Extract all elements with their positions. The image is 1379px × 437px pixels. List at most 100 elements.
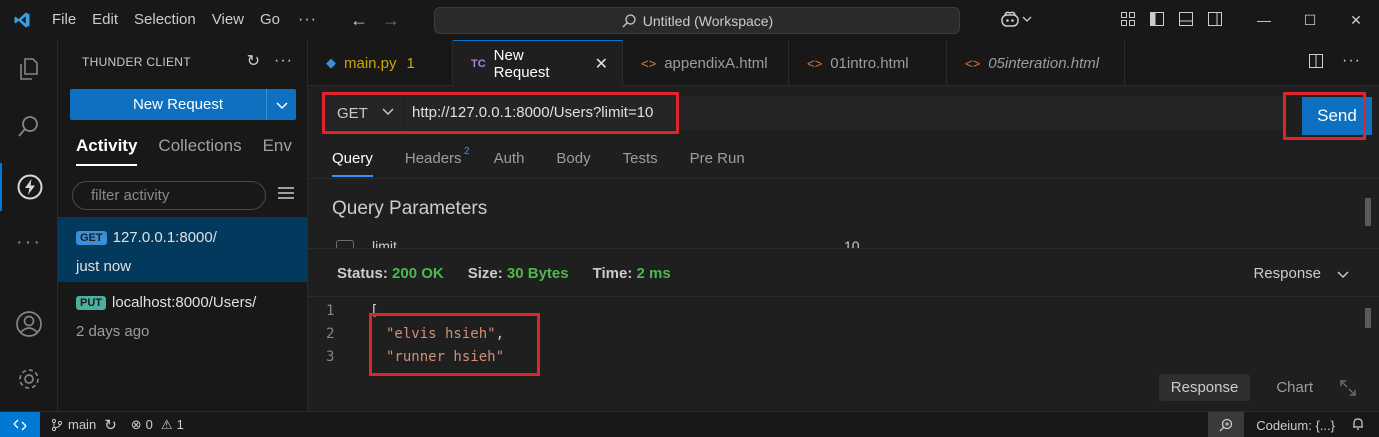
menu-view[interactable]: View	[204, 0, 252, 40]
search-icon	[622, 13, 636, 27]
response-view-select[interactable]: Response	[1253, 265, 1349, 282]
toggle-secondary-sidebar-icon[interactable]	[1207, 11, 1223, 27]
sidebar-more-icon[interactable]: ···	[274, 52, 293, 70]
line-number: 1	[326, 303, 335, 319]
tab-label: New Request	[493, 46, 550, 81]
back-arrow-icon[interactable]: ←	[343, 10, 375, 31]
vscode-window: File Edit Selection View Go ··· ← → Unti…	[0, 0, 1379, 437]
time-label: Time:	[592, 265, 633, 282]
method-badge: GET	[76, 230, 107, 245]
tab-collections[interactable]: Collections	[158, 136, 241, 166]
tab-query[interactable]: Query	[332, 150, 373, 177]
menu-file[interactable]: File	[44, 0, 84, 40]
activity-bar: ···	[0, 40, 58, 411]
url-bar: GET http://127.0.0.1:8000/Users?limit=10…	[322, 92, 1372, 140]
new-request-dropdown[interactable]	[266, 89, 296, 120]
query-parameters-title: Query Parameters	[332, 198, 488, 219]
editor-more-icon[interactable]: ···	[1342, 52, 1361, 70]
search-icon[interactable]	[0, 103, 58, 151]
tab-headers[interactable]: Headers 2	[404, 146, 470, 177]
codeium-status[interactable]: Codeium: {...}	[1256, 418, 1335, 433]
filter-activity-input[interactable]: filter activity	[72, 181, 266, 210]
branch-name: main	[68, 417, 97, 432]
status-label: Status:	[337, 265, 388, 282]
menu-selection[interactable]: Selection	[126, 0, 204, 40]
filter-menu-icon[interactable]	[277, 186, 295, 203]
title-bar: File Edit Selection View Go ··· ← → Unti…	[0, 0, 1379, 40]
tab-body[interactable]: Body	[556, 150, 590, 177]
customize-layout-icon[interactable]	[1120, 11, 1136, 27]
explorer-icon[interactable]	[0, 45, 58, 93]
close-tab-icon[interactable]: ✕	[595, 54, 608, 74]
param-checkbox[interactable]	[336, 240, 354, 248]
sidebar-actions: ↻ ···	[247, 51, 293, 71]
split-editor-icon[interactable]	[1308, 53, 1324, 69]
highlight-box	[369, 313, 540, 376]
tab-auth[interactable]: Auth	[494, 150, 525, 177]
tab-label: appendixA.html	[664, 54, 768, 72]
new-request-button[interactable]: New Request	[70, 89, 296, 120]
menu-more-icon[interactable]: ···	[288, 0, 327, 40]
vscode-logo-icon[interactable]	[0, 0, 44, 40]
headers-count-badge: 2	[464, 146, 470, 157]
divider	[308, 296, 1379, 297]
tab-response[interactable]: Response	[1158, 374, 1251, 401]
window-controls: — ☐ ✕	[1241, 0, 1379, 40]
more-views-icon[interactable]: ···	[0, 218, 58, 266]
editor-tabs: ◆ main.py 1 TC New Request ✕ <> appendix…	[308, 40, 1379, 86]
python-icon: ◆	[326, 55, 336, 70]
menu-edit[interactable]: Edit	[84, 0, 126, 40]
tab-appendixa-html[interactable]: <> appendixA.html	[623, 40, 789, 86]
highlight-box	[322, 92, 679, 134]
account-icon[interactable]	[0, 300, 58, 348]
close-window-icon[interactable]: ✕	[1333, 0, 1379, 40]
query-param-row: limit 10	[336, 238, 1346, 248]
tab-tests[interactable]: Tests	[623, 150, 658, 177]
highlight-box	[1283, 92, 1366, 140]
thunder-client-icon[interactable]	[0, 163, 58, 211]
editor-actions: ···	[1308, 52, 1361, 70]
tab-env[interactable]: Env	[263, 136, 292, 166]
tab-chart[interactable]: Chart	[1264, 374, 1325, 401]
divider	[308, 178, 1379, 179]
time-value: 2 ms	[636, 265, 671, 282]
line-number: 3	[326, 349, 335, 365]
copilot-menu[interactable]	[1000, 10, 1032, 28]
chevron-down-icon	[1337, 271, 1349, 278]
line-number: 2	[326, 326, 335, 342]
activity-request-item[interactable]: PUT localhost:8000/Users/ 2 days ago	[58, 282, 307, 347]
param-value[interactable]: 10	[844, 238, 860, 248]
scrollbar[interactable]	[1365, 308, 1371, 328]
toggle-panel-icon[interactable]	[1178, 11, 1194, 27]
expand-icon[interactable]	[1339, 379, 1357, 397]
command-center[interactable]: Untitled (Workspace)	[434, 7, 960, 34]
menu-go[interactable]: Go	[252, 0, 288, 40]
sync-icon[interactable]: ↻	[104, 416, 117, 434]
tab-main-py[interactable]: ◆ main.py 1	[308, 40, 453, 86]
tab-new-request[interactable]: TC New Request ✕	[453, 40, 623, 86]
tab-activity[interactable]: Activity	[76, 136, 138, 166]
scrollbar[interactable]	[1365, 198, 1371, 226]
problems-indicator[interactable]: ⊗ 0 ⚠ 1	[131, 417, 184, 433]
request-url: 127.0.0.1:8000/	[112, 229, 217, 247]
remote-indicator-icon[interactable]	[0, 411, 40, 437]
minimize-icon[interactable]: —	[1241, 0, 1287, 40]
new-request-label: New Request	[132, 96, 224, 113]
tab-05interation-html[interactable]: <> 05interation.html	[947, 40, 1125, 86]
tab-label: Headers	[404, 150, 462, 167]
branch-indicator[interactable]: main ↻	[50, 416, 117, 434]
param-key[interactable]: limit	[372, 238, 397, 248]
toggle-primary-sidebar-icon[interactable]	[1149, 11, 1165, 27]
manage-gear-icon[interactable]	[0, 355, 58, 403]
maximize-icon[interactable]: ☐	[1287, 0, 1333, 40]
response-bottom-tabs: Response Chart	[1158, 374, 1357, 401]
refresh-icon[interactable]: ↻	[247, 51, 260, 71]
notifications-bell-icon[interactable]	[1351, 417, 1365, 434]
zoom-icon[interactable]	[1208, 412, 1245, 437]
activity-request-item[interactable]: GET 127.0.0.1:8000/ just now	[58, 217, 307, 282]
tab-label: 01intro.html	[830, 54, 909, 72]
tab-01intro-html[interactable]: <> 01intro.html	[789, 40, 947, 86]
forward-arrow-icon[interactable]: →	[375, 10, 407, 31]
sidebar-tabs: Activity Collections Env	[76, 136, 292, 166]
tab-pre-run[interactable]: Pre Run	[690, 150, 745, 177]
